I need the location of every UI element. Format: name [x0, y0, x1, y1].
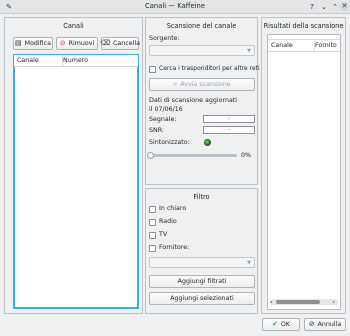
backspace-icon: ⌫: [100, 39, 110, 47]
snr-field: -: [203, 126, 255, 134]
column-header-provider[interactable]: Fornito: [312, 40, 337, 51]
filter-label-provider: Fornitore:: [159, 244, 190, 251]
start-scan-button-label: Avvia scansione: [180, 81, 231, 88]
provider-combobox[interactable]: ▼: [149, 257, 255, 268]
tuned-label: Sintonizzato:: [149, 139, 190, 146]
edit-button-label: Modifica: [24, 40, 51, 47]
filter-checkbox-provider[interactable]: [149, 245, 156, 252]
results-list-header: Canale Fornito: [268, 39, 340, 52]
search-transponders-checkbox[interactable]: [149, 66, 156, 73]
channels-group: Canali ▤ Modifica ⊘ Rimuovi ⌫ Cancella C…: [4, 17, 143, 314]
source-label: Sorgente:: [149, 35, 180, 42]
column-header-number[interactable]: Numero: [60, 55, 88, 66]
start-scan-button[interactable]: ⌕ Avvia scansione: [149, 78, 255, 91]
signal-field: -: [203, 115, 255, 123]
scan-progress-handle: [147, 152, 154, 159]
snr-label: SNR:: [149, 127, 165, 134]
source-combobox[interactable]: ▼: [149, 45, 255, 56]
edit-icon: ▤: [15, 39, 22, 47]
tuned-led-icon: [204, 139, 211, 146]
window-title: Canali — Kaffeine: [144, 2, 206, 10]
results-scroll-thumb[interactable]: [276, 300, 320, 304]
filter-title: Filtro: [193, 193, 210, 201]
cancel-button[interactable]: ⊘ Annulla: [304, 318, 346, 331]
remove-button-label: Rimuovi: [68, 40, 95, 47]
channel-list[interactable]: Canale Numero: [13, 54, 139, 309]
filter-checkbox-free[interactable]: [149, 206, 156, 213]
filter-group: Filtro In chiaro Radio TV Fornitore: ▼ A…: [145, 188, 258, 314]
remove-button[interactable]: ⊘ Rimuovi: [56, 37, 98, 50]
ok-button[interactable]: ✔ OK: [262, 318, 300, 331]
scan-progress-percent: 0%: [241, 152, 251, 159]
scroll-left-icon[interactable]: ◂: [270, 300, 272, 304]
scan-data-text: Dati di scansione aggiornati il 07/06/16: [149, 97, 238, 113]
check-icon: ✔: [272, 320, 278, 328]
scroll-right-icon[interactable]: ▸: [333, 300, 335, 304]
add-selected-button[interactable]: Aggiungi selezionati: [149, 292, 255, 305]
edit-button[interactable]: ▤ Modifica: [13, 37, 53, 50]
signal-label: Segnale:: [149, 116, 177, 123]
cancel-channels-button-label: Cancella: [112, 40, 140, 47]
filter-label-radio: Radio: [159, 218, 177, 225]
search-transponders-label: Cerca i trasponditori per altre reti: [159, 65, 260, 72]
search-icon: ⌕: [173, 80, 178, 88]
help-icon[interactable]: ?: [307, 2, 317, 12]
chevron-down-icon: ▼: [247, 260, 251, 266]
add-filtered-button[interactable]: Aggiungi filtrati: [149, 275, 255, 288]
title-bar[interactable]: ✎ Canali — Kaffeine ? ⌄ ⌃ ✕: [0, 0, 350, 14]
channel-list-header: Canale Numero: [14, 55, 138, 67]
filter-label-tv: TV: [159, 231, 168, 238]
add-filtered-button-label: Aggiungi filtrati: [177, 278, 227, 285]
minimize-icon[interactable]: ⌄: [319, 2, 329, 12]
results-horizontal-scrollbar[interactable]: ◂ ▸: [270, 299, 338, 305]
filter-label-free: In chiaro: [159, 205, 187, 212]
results-title: Risultati della scansione: [263, 22, 344, 30]
scan-progress-bar: [149, 154, 237, 157]
column-header-results-channel[interactable]: Canale: [268, 40, 315, 51]
filter-checkbox-tv[interactable]: [149, 232, 156, 239]
cancel-button-label: Annulla: [317, 321, 342, 328]
ok-button-label: OK: [280, 321, 290, 328]
column-header-channel[interactable]: Canale: [14, 55, 63, 66]
filter-checkbox-radio[interactable]: [149, 219, 156, 226]
add-selected-button-label: Aggiungi selezionati: [170, 295, 234, 302]
channels-title: Canali: [63, 22, 84, 30]
cancel-channels-button[interactable]: ⌫ Cancella: [100, 37, 140, 50]
results-list[interactable]: Canale Fornito ◂ ▸: [267, 34, 341, 310]
close-icon[interactable]: ✕: [340, 2, 349, 11]
results-group: Risultati della scansione Canale Fornito…: [261, 17, 346, 314]
remove-icon: ⊘: [59, 39, 66, 47]
chevron-down-icon: ▼: [247, 48, 251, 54]
scan-title: Scansione del canale: [166, 22, 237, 30]
cancel-icon: ⊘: [308, 320, 315, 328]
maximize-icon[interactable]: ⌃: [330, 2, 340, 12]
scan-group: Scansione del canale Sorgente: ▼ Cerca i…: [145, 17, 260, 185]
